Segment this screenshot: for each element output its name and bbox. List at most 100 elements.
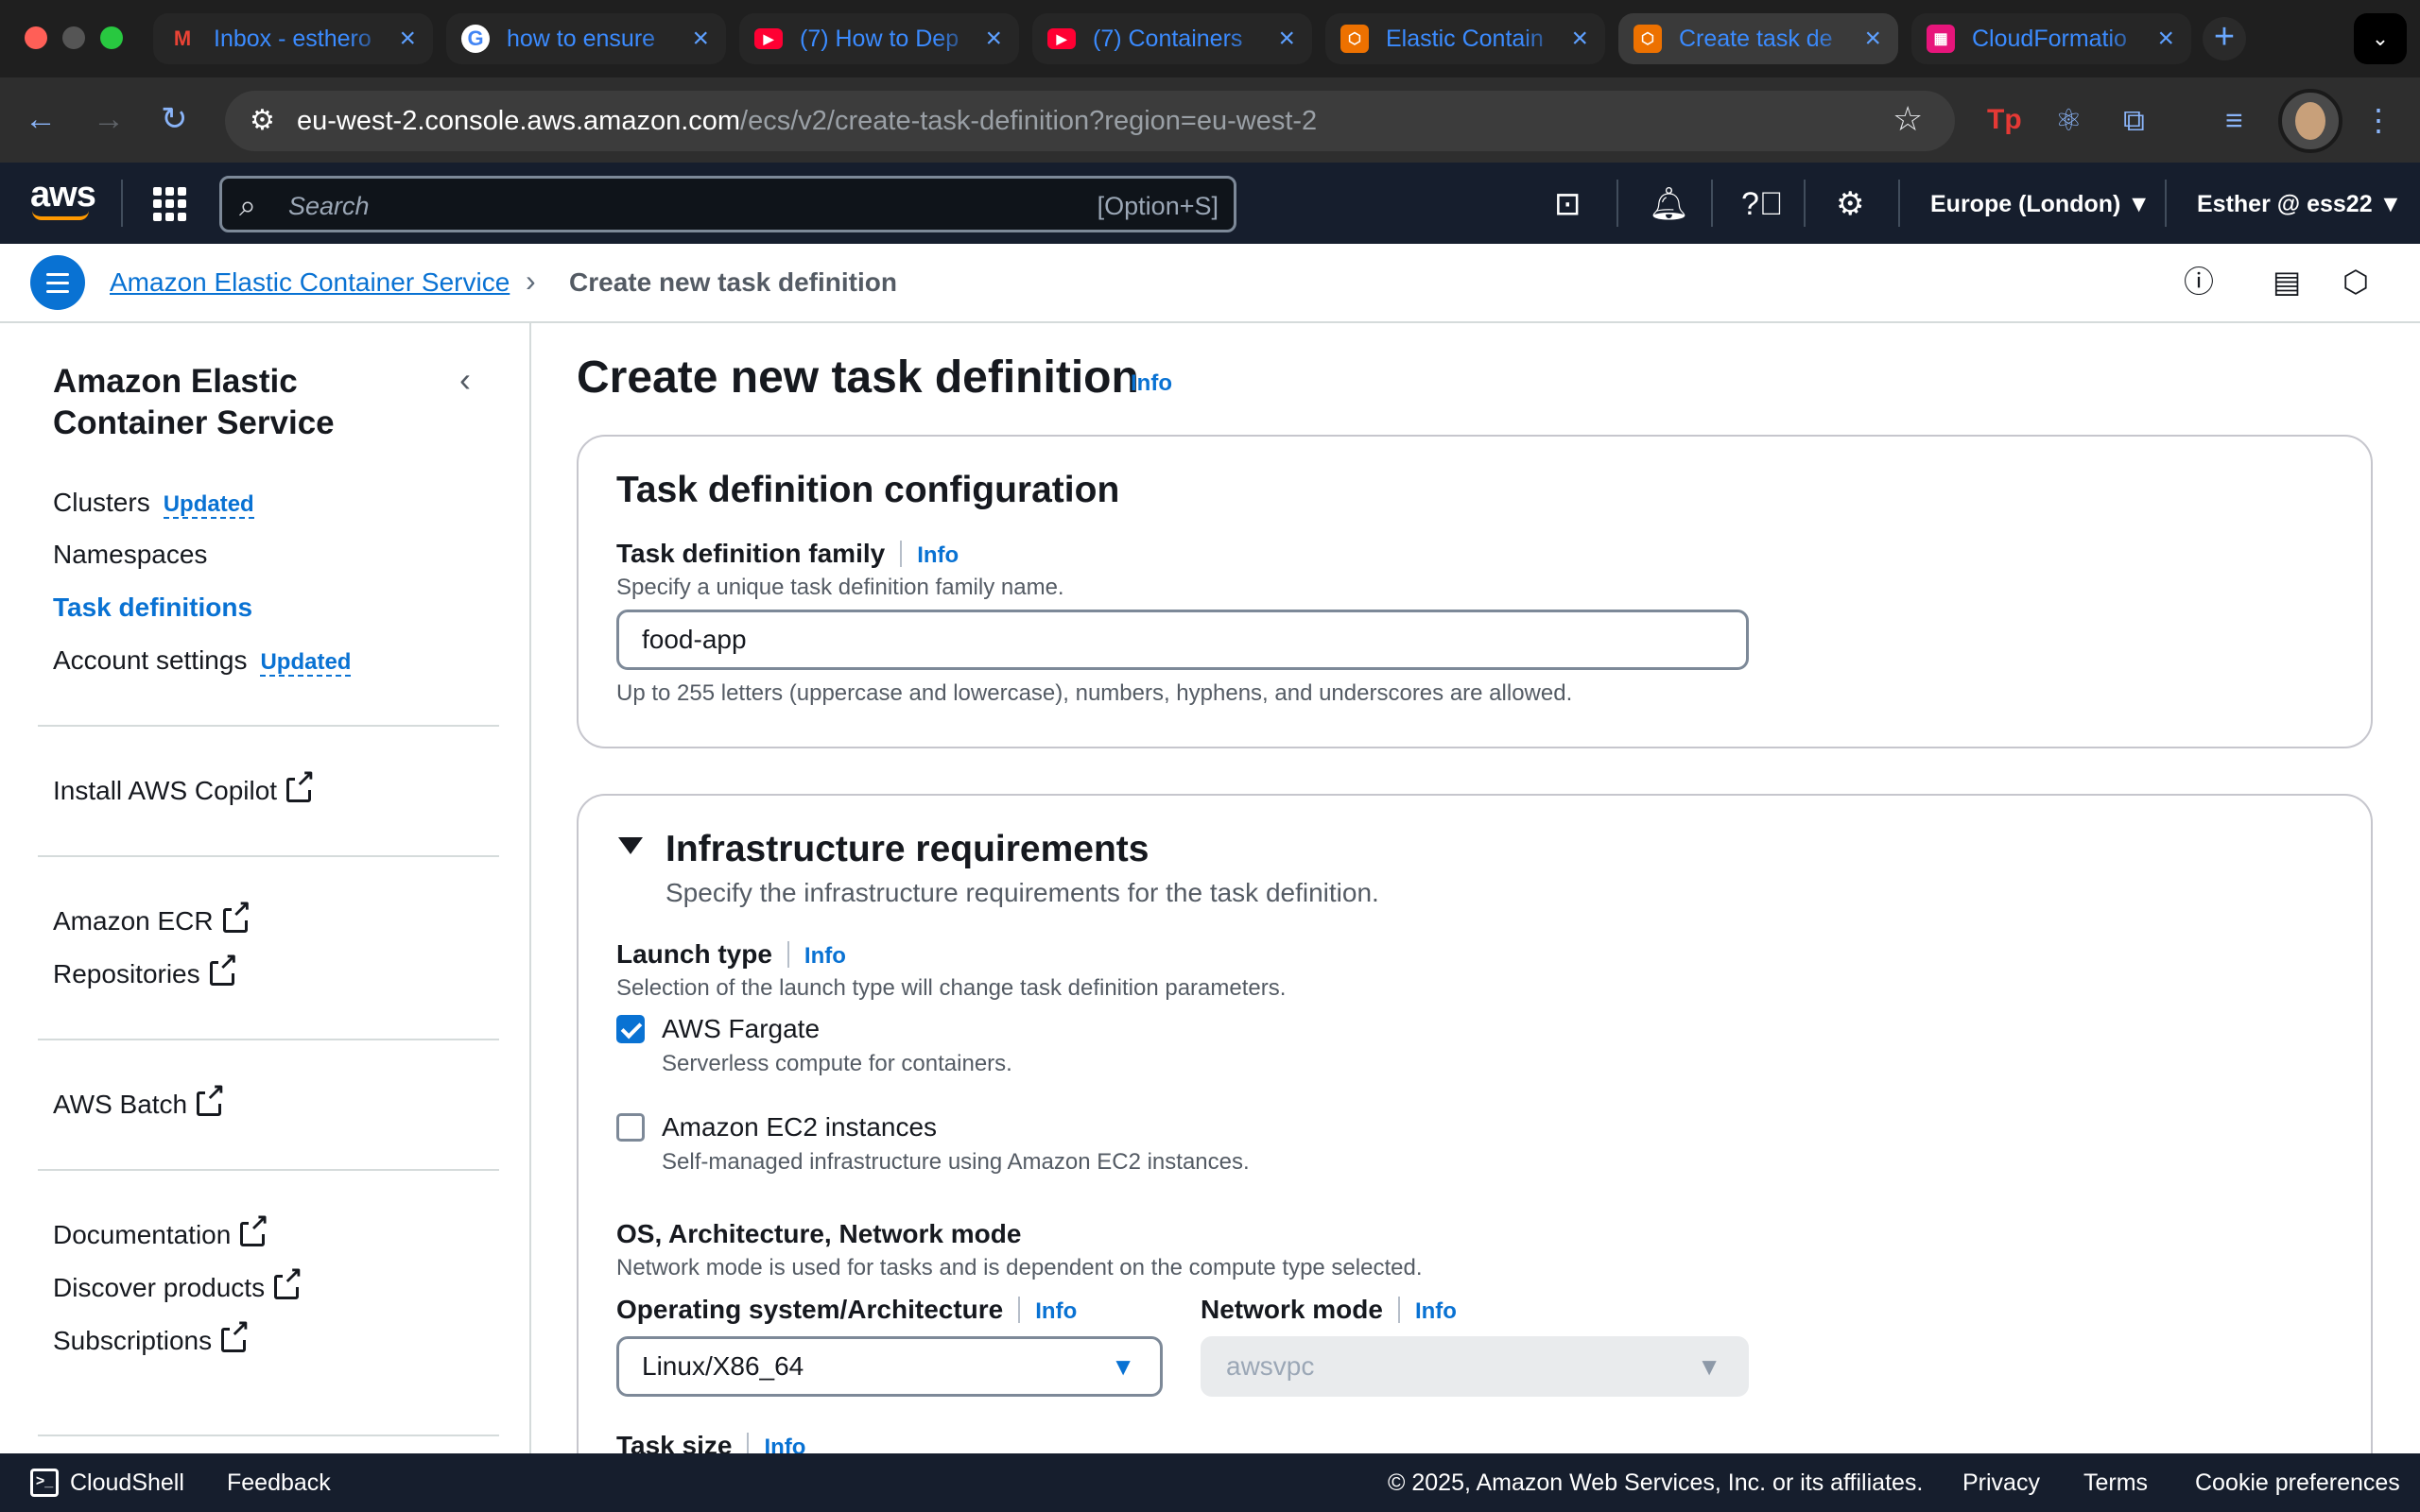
tutorial-panel-icon[interactable]: ▤ bbox=[2273, 265, 2301, 299]
page-title: Create new task definition bbox=[577, 352, 1139, 403]
account-menu[interactable]: Esther @ ess22 ▼ bbox=[2197, 189, 2402, 219]
browser-tab[interactable]: ▦ CloudFormatio × bbox=[1911, 13, 2191, 64]
browser-tab[interactable]: ▶ (7) How to Dep × bbox=[739, 13, 1019, 64]
aws-fargate-checkbox[interactable] bbox=[616, 1015, 645, 1043]
os-architecture-info-link[interactable]: Info bbox=[1035, 1298, 1077, 1324]
launch-type-info-link[interactable]: Info bbox=[804, 943, 846, 969]
url-text: eu-west-2.console.aws.amazon.com/ecs/v2/… bbox=[297, 106, 1318, 136]
caret-down-icon: ▼ bbox=[1111, 1352, 1135, 1381]
close-window-button[interactable] bbox=[25, 26, 47, 49]
site-settings-icon[interactable]: ⚙ bbox=[250, 106, 275, 136]
family-info-link[interactable]: Info bbox=[917, 542, 959, 568]
breadcrumb-ecs-link[interactable]: Amazon Elastic Container Service bbox=[110, 266, 510, 299]
sidebar-link-install-copilot[interactable]: Install AWS Copilot bbox=[53, 767, 317, 807]
sidebar-link-amazon-ecr[interactable]: Amazon ECR bbox=[53, 898, 252, 937]
close-tab-icon[interactable]: × bbox=[1278, 23, 1295, 55]
aws-logo[interactable]: aws bbox=[30, 176, 96, 214]
cookie-preferences-link[interactable]: Cookie preferences bbox=[2195, 1469, 2400, 1497]
sidebar-item-namespaces[interactable]: Namespaces bbox=[53, 539, 207, 571]
close-tab-icon[interactable]: × bbox=[1864, 23, 1881, 55]
profile-avatar[interactable] bbox=[2278, 89, 2342, 153]
expand-collapse-caret-icon[interactable] bbox=[618, 837, 643, 854]
help-icon[interactable]: ?⃝ bbox=[1741, 185, 1783, 223]
tab-search-button[interactable]: ⌄ bbox=[2354, 13, 2407, 64]
side-navigation-toggle[interactable] bbox=[30, 255, 85, 310]
bookmark-star-icon[interactable]: ☆ bbox=[1893, 100, 1923, 138]
family-label: Task definition family Info bbox=[616, 539, 959, 568]
services-menu-icon[interactable] bbox=[153, 187, 187, 221]
minimize-window-button[interactable] bbox=[62, 26, 85, 49]
sidebar-link-subscriptions[interactable]: Subscriptions bbox=[53, 1317, 251, 1357]
privacy-link[interactable]: Privacy bbox=[1962, 1469, 2040, 1497]
browser-tab[interactable]: ⬡ Elastic Contain × bbox=[1325, 13, 1605, 64]
infra-panel-title[interactable]: Infrastructure requirements bbox=[666, 828, 1149, 871]
network-mode-select-disabled: awsvpc ▼ bbox=[1201, 1336, 1749, 1397]
browser-tab[interactable]: G how to ensure × bbox=[446, 13, 726, 64]
ecs-icon: ⬡ bbox=[1340, 25, 1369, 53]
browser-tab[interactable]: M Inbox - esthero × bbox=[153, 13, 433, 64]
settings-gear-icon[interactable]: ⚙ bbox=[1836, 185, 1864, 223]
forward-icon[interactable]: → bbox=[93, 100, 125, 138]
browser-tab-active[interactable]: ⬡ Create task de × bbox=[1618, 13, 1898, 64]
info-panel-icon[interactable]: ⓘ bbox=[2184, 265, 2214, 299]
reading-list-icon[interactable]: ≡ bbox=[2225, 102, 2243, 138]
aws-fargate-description: Serverless compute for containers. bbox=[662, 1051, 1012, 1076]
nav-divider bbox=[1804, 180, 1806, 227]
aws-fargate-label[interactable]: AWS Fargate bbox=[662, 1013, 820, 1045]
extensions-icon[interactable]: ⧉ bbox=[2123, 102, 2145, 138]
network-mode-label: Network mode Info bbox=[1201, 1295, 1457, 1324]
feedback-link[interactable]: Feedback bbox=[227, 1469, 331, 1497]
sidebar-item-task-definitions[interactable]: Task definitions bbox=[53, 592, 252, 624]
breadcrumb-current: Create new task definition bbox=[569, 267, 897, 297]
youtube-icon: ▶ bbox=[1047, 28, 1076, 49]
cloudformation-icon: ▦ bbox=[1927, 25, 1955, 53]
sidebar-link-repositories[interactable]: Repositories bbox=[53, 951, 239, 990]
notifications-bell-icon[interactable]: 🔔︎ bbox=[1649, 185, 1689, 223]
maximize-window-button[interactable] bbox=[100, 26, 123, 49]
amazon-ec2-label[interactable]: Amazon EC2 instances bbox=[662, 1111, 937, 1143]
sidebar-title: Amazon Elastic Container Service bbox=[53, 363, 335, 441]
sidebar-link-aws-batch[interactable]: AWS Batch bbox=[53, 1081, 227, 1121]
launch-type-label: Launch type Info bbox=[616, 939, 846, 969]
sidebar-link-discover-products[interactable]: Discover products bbox=[53, 1264, 304, 1304]
reload-icon[interactable]: ↻ bbox=[161, 100, 188, 138]
tp-extension-icon[interactable]: Tp bbox=[1987, 102, 2022, 138]
close-tab-icon[interactable]: × bbox=[1571, 23, 1588, 55]
page-info-link[interactable]: Info bbox=[1131, 370, 1172, 397]
new-tab-button[interactable]: + bbox=[2203, 17, 2246, 60]
chevron-right-icon: › bbox=[526, 264, 536, 298]
network-mode-info-link[interactable]: Info bbox=[1415, 1298, 1457, 1324]
task-definition-family-input[interactable]: food-app bbox=[616, 610, 1749, 670]
nav-divider bbox=[121, 180, 123, 227]
sidebar-link-documentation[interactable]: Documentation bbox=[53, 1211, 270, 1251]
external-link-icon bbox=[222, 898, 252, 933]
cloudshell-link[interactable]: CloudShell bbox=[70, 1469, 184, 1497]
close-tab-icon[interactable]: × bbox=[692, 23, 709, 55]
sidebar-item-clusters[interactable]: Clusters Updated bbox=[53, 487, 254, 521]
os-architecture-select[interactable]: Linux/X86_64 ▼ bbox=[616, 1336, 1163, 1397]
sidebar-divider bbox=[38, 855, 499, 857]
back-icon[interactable]: ← bbox=[25, 100, 57, 138]
sidebar-collapse-icon[interactable]: ‹ bbox=[459, 361, 471, 399]
sidebar-divider bbox=[38, 1435, 499, 1436]
terms-link[interactable]: Terms bbox=[2083, 1469, 2148, 1497]
shield-icon[interactable]: ⬡ bbox=[2342, 265, 2369, 299]
console-footer bbox=[0, 1453, 2420, 1512]
amazon-ec2-checkbox[interactable] bbox=[616, 1113, 645, 1142]
console-search-input[interactable]: ⌕ Search [Option+S] bbox=[219, 176, 1236, 232]
cloudshell-icon[interactable]: ⊡ bbox=[1554, 185, 1582, 223]
search-icon: ⌕ bbox=[239, 188, 256, 222]
sidebar-item-account-settings[interactable]: Account settings Updated bbox=[53, 644, 352, 679]
cloudshell-icon[interactable]: >_ bbox=[30, 1469, 59, 1497]
react-devtools-icon[interactable]: ⚛ bbox=[2055, 102, 2083, 138]
region-selector[interactable]: Europe (London) ▼ bbox=[1930, 189, 2151, 219]
browser-tab[interactable]: ▶ (7) Containers × bbox=[1032, 13, 1312, 64]
infra-panel-description: Specify the infrastructure requirements … bbox=[666, 878, 1379, 907]
close-tab-icon[interactable]: × bbox=[2157, 23, 2174, 55]
nav-divider bbox=[1711, 180, 1713, 227]
sidebar-divider bbox=[38, 1169, 499, 1171]
close-tab-icon[interactable]: × bbox=[399, 23, 416, 55]
browser-menu-icon[interactable]: ⋮ bbox=[2363, 102, 2394, 138]
close-tab-icon[interactable]: × bbox=[985, 23, 1002, 55]
youtube-icon: ▶ bbox=[754, 28, 783, 49]
